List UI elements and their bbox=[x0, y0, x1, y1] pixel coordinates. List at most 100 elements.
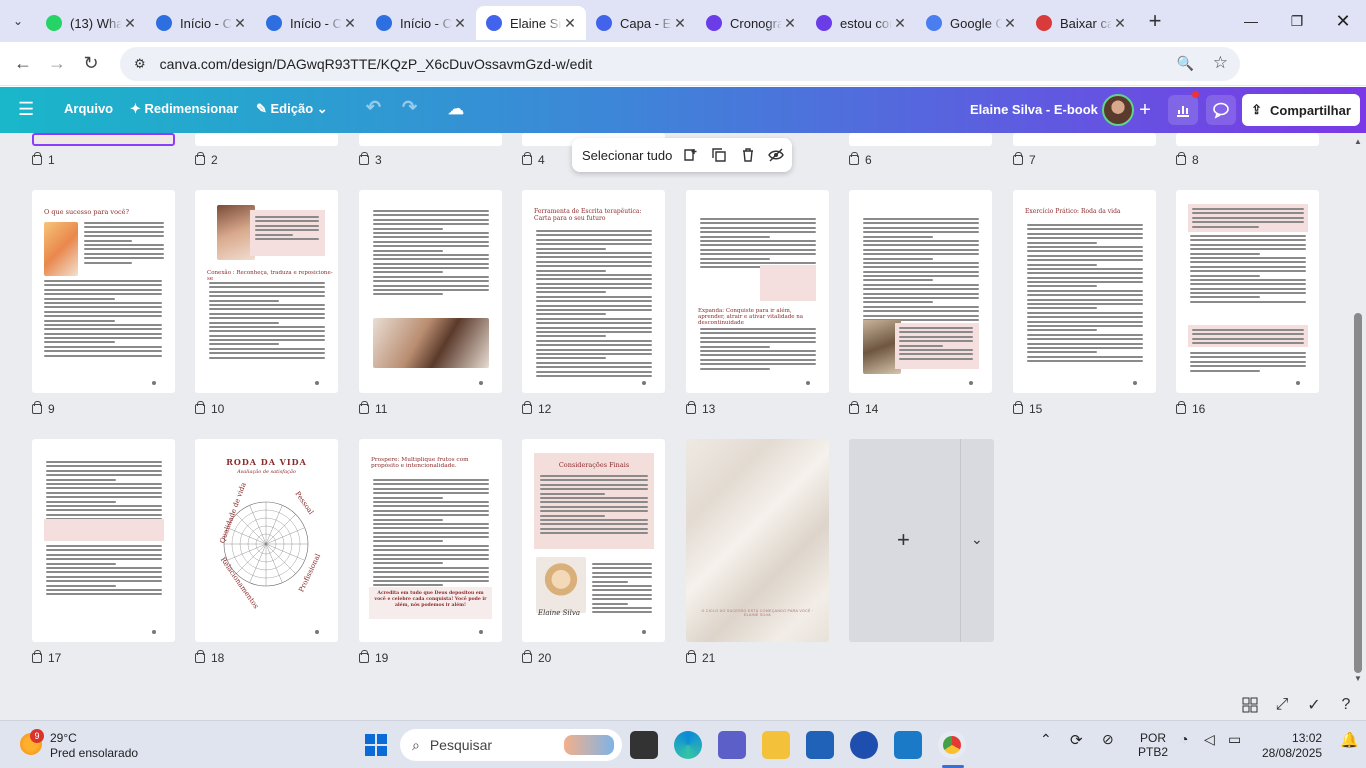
close-tab-icon[interactable]: ✕ bbox=[452, 15, 468, 32]
close-tab-icon[interactable]: ✕ bbox=[232, 15, 248, 32]
notes-app-icon[interactable] bbox=[894, 731, 922, 759]
undo-icon[interactable]: ↶ bbox=[366, 97, 381, 118]
page-thumbnail[interactable]: Ferramenta de Escrita terapêutica: Carta… bbox=[522, 190, 665, 393]
browser-tab[interactable]: Início - Canva✕ bbox=[366, 6, 476, 40]
store-icon[interactable] bbox=[806, 731, 834, 759]
browser-tab[interactable]: Início - Canva✕ bbox=[256, 6, 366, 40]
restore-button[interactable]: ❐ bbox=[1274, 0, 1320, 42]
fullscreen-icon[interactable]: ⤢ bbox=[1270, 693, 1294, 717]
browser-tab[interactable]: Início - Canva✕ bbox=[146, 6, 256, 40]
page-thumbnail[interactable]: Considerações Finais Elaine Silva bbox=[522, 439, 665, 642]
close-tab-icon[interactable]: ✕ bbox=[562, 15, 578, 32]
add-page-plus-icon[interactable]: + bbox=[897, 527, 910, 553]
cloud-save-icon[interactable]: ☁ bbox=[448, 99, 464, 119]
page-thumbnail[interactable] bbox=[359, 133, 502, 146]
notifications-bell-icon[interactable]: 🔔 bbox=[1340, 731, 1359, 749]
tab-search-chevron-icon[interactable]: ⌄ bbox=[0, 4, 36, 38]
bookmark-star-icon[interactable]: ☆ bbox=[1213, 53, 1228, 73]
page-thumbnail[interactable] bbox=[195, 133, 338, 146]
check-circle-icon[interactable]: ✓ bbox=[1302, 693, 1326, 717]
scrollbar-thumb[interactable] bbox=[1354, 313, 1362, 673]
chrome-icon[interactable] bbox=[938, 731, 966, 759]
hamburger-menu-icon[interactable]: ☰ bbox=[18, 99, 40, 121]
clock[interactable]: 13:02 28/08/2025 bbox=[1262, 731, 1322, 761]
browser-tab[interactable]: Google Gemini✕ bbox=[916, 6, 1026, 40]
teams-icon[interactable] bbox=[718, 731, 746, 759]
scroll-down-arrow-icon[interactable]: ▼ bbox=[1354, 674, 1362, 683]
minimize-button[interactable]: — bbox=[1228, 0, 1274, 42]
edge-icon[interactable] bbox=[674, 731, 702, 759]
page-thumbnail[interactable]: Conexão : Reconheça, traduza e reposicio… bbox=[195, 190, 338, 393]
browser-tab[interactable]: Elaine Silva - E-book✕ bbox=[476, 6, 586, 40]
text-line bbox=[1027, 355, 1143, 358]
windows-start-icon[interactable] bbox=[362, 731, 390, 759]
volume-icon[interactable]: ◁ bbox=[1204, 731, 1215, 748]
add-page-chevron-icon[interactable]: ⌄ bbox=[971, 531, 983, 548]
add-collaborator-icon[interactable]: + bbox=[1130, 95, 1160, 125]
design-title[interactable]: Elaine Silva - E-book bbox=[970, 102, 1098, 117]
page-thumbnail[interactable]: O que sucesso para você? bbox=[32, 190, 175, 393]
close-window-button[interactable]: ✕ bbox=[1320, 0, 1366, 42]
resize-menu[interactable]: ✦ Redimensionar bbox=[130, 101, 238, 117]
browser-tab[interactable]: Capa - E-book✕ bbox=[586, 6, 696, 40]
browser-tab[interactable]: estou com dúvida✕ bbox=[806, 6, 916, 40]
page-thumbnail[interactable] bbox=[1176, 190, 1319, 393]
page-thumbnail[interactable]: Exercício Prático: Roda da vida bbox=[1013, 190, 1156, 393]
page-thumbnail[interactable] bbox=[32, 439, 175, 642]
tray-chevron-icon[interactable]: ⌃ bbox=[1040, 731, 1052, 748]
close-tab-icon[interactable]: ✕ bbox=[782, 15, 798, 32]
back-arrow-icon[interactable]: ← bbox=[6, 47, 40, 81]
url-field[interactable]: ⚙ canva.com/design/DAGwqR93TTE/KQzP_X6cD… bbox=[120, 47, 1240, 81]
page-thumbnail[interactable]: Prospere: Multiplique frutos com propósi… bbox=[359, 439, 502, 642]
browser-tab[interactable]: Cronograma✕ bbox=[696, 6, 806, 40]
close-tab-icon[interactable]: ✕ bbox=[672, 15, 688, 32]
close-tab-icon[interactable]: ✕ bbox=[1112, 15, 1128, 32]
add-page-icon[interactable] bbox=[682, 147, 698, 163]
page-thumbnail[interactable] bbox=[1013, 133, 1156, 146]
page-thumbnail[interactable] bbox=[849, 133, 992, 146]
page-thumbnail[interactable] bbox=[359, 190, 502, 393]
task-view-icon[interactable] bbox=[630, 731, 658, 759]
add-page-tile[interactable]: + ⌄ bbox=[849, 439, 994, 642]
forward-arrow-icon[interactable]: → bbox=[40, 47, 74, 81]
taskbar-search[interactable]: ⌕ Pesquisar bbox=[400, 729, 622, 761]
site-info-icon[interactable]: ⚙ bbox=[134, 56, 146, 72]
comment-icon[interactable] bbox=[1206, 95, 1236, 125]
page-thumbnail[interactable] bbox=[32, 133, 175, 146]
insights-chart-icon[interactable] bbox=[1168, 95, 1198, 125]
help-icon[interactable]: ? bbox=[1334, 693, 1358, 717]
grid-view-icon[interactable] bbox=[1238, 693, 1262, 717]
page-thumbnail[interactable] bbox=[1176, 133, 1319, 146]
page-thumbnail[interactable]: O CICLO DO SUCESSO ESTÁ COMEÇANDO PARA V… bbox=[686, 439, 829, 642]
network-off-icon[interactable]: ⊘ bbox=[1102, 731, 1114, 748]
reload-icon[interactable]: ↻ bbox=[74, 47, 108, 81]
wifi-icon[interactable]: ◔ bbox=[1180, 731, 1188, 747]
select-all-button[interactable]: Selecionar tudo bbox=[582, 148, 672, 163]
share-button[interactable]: ⇪ Compartilhar bbox=[1242, 94, 1360, 126]
app-v-icon[interactable] bbox=[850, 731, 878, 759]
battery-icon[interactable]: ▭ bbox=[1228, 731, 1241, 748]
redo-icon[interactable]: ↷ bbox=[402, 97, 417, 118]
page-thumbnail[interactable]: RODA DA VIDA Avaliação de satisfação Qua… bbox=[195, 439, 338, 642]
duplicate-icon[interactable] bbox=[711, 147, 727, 163]
trash-icon[interactable] bbox=[740, 147, 756, 163]
file-explorer-icon[interactable] bbox=[762, 731, 790, 759]
zoom-icon[interactable]: 🔍 bbox=[1177, 55, 1194, 72]
edit-menu[interactable]: ✎ Edição ⌄ bbox=[256, 101, 328, 117]
close-tab-icon[interactable]: ✕ bbox=[122, 15, 138, 32]
close-tab-icon[interactable]: ✕ bbox=[342, 15, 358, 32]
file-menu[interactable]: Arquivo bbox=[64, 101, 113, 116]
browser-tab[interactable]: (13) WhatsApp✕ bbox=[36, 6, 146, 40]
text-line bbox=[863, 288, 979, 291]
new-tab-button[interactable]: + bbox=[1140, 6, 1170, 36]
close-tab-icon[interactable]: ✕ bbox=[892, 15, 908, 32]
page-thumbnail[interactable] bbox=[849, 190, 992, 393]
page-thumbnail[interactable]: Expanda: Conquiste para ir além, aprende… bbox=[686, 190, 829, 393]
browser-tab[interactable]: Baixar capa✕ bbox=[1026, 6, 1136, 40]
hide-eye-icon[interactable] bbox=[768, 147, 784, 163]
close-tab-icon[interactable]: ✕ bbox=[1002, 15, 1018, 32]
vertical-scrollbar[interactable]: ▲ ▼ bbox=[1350, 133, 1366, 720]
scroll-up-arrow-icon[interactable]: ▲ bbox=[1354, 137, 1362, 146]
language-indicator[interactable]: POR PTB2 bbox=[1138, 731, 1168, 759]
sync-icon[interactable]: ⟳ bbox=[1070, 731, 1083, 749]
